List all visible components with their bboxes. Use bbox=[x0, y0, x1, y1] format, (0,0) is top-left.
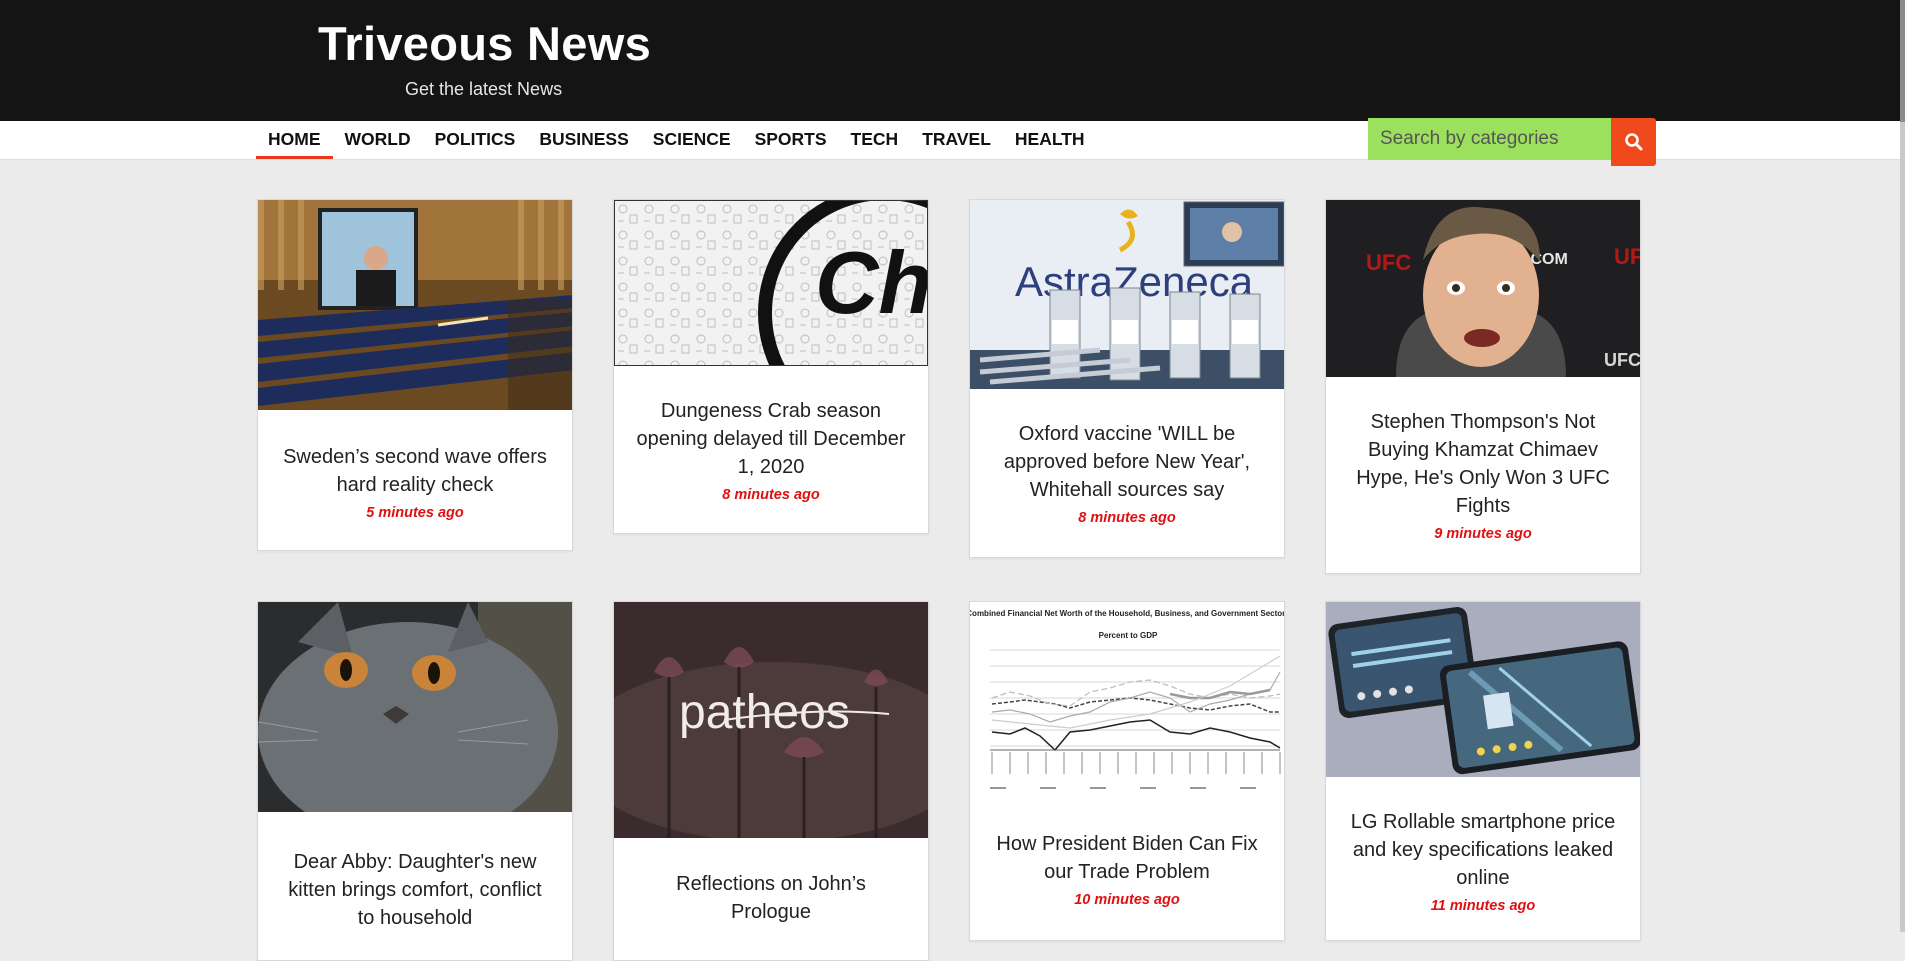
article-card[interactable]: Combined Financial Net Worth of the Hous… bbox=[969, 601, 1285, 941]
article-time: 8 minutes ago bbox=[1078, 510, 1176, 526]
article-title[interactable]: Dungeness Crab season opening delayed ti… bbox=[634, 397, 908, 481]
article-title[interactable]: Reflections on John’s Prologue bbox=[634, 870, 908, 926]
scrollbar[interactable] bbox=[1900, 0, 1905, 932]
site-header: Triveous News Get the latest News bbox=[0, 0, 1905, 121]
article-title[interactable]: Dear Abby: Daughter's new kitten brings … bbox=[278, 848, 552, 932]
nav-item-home[interactable]: HOME bbox=[256, 121, 333, 159]
search-button[interactable] bbox=[1611, 118, 1656, 166]
article-title[interactable]: Oxford vaccine 'WILL be approved before … bbox=[990, 420, 1264, 504]
nav-item-travel[interactable]: TRAVEL bbox=[910, 121, 1003, 159]
nav-item-politics[interactable]: POLITICS bbox=[423, 121, 528, 159]
chart-subtitle-text: Percent to GDP bbox=[1099, 631, 1158, 640]
nav-item-health[interactable]: HEALTH bbox=[1003, 121, 1097, 159]
nav-items: HOME WORLD POLITICS BUSINESS SCIENCE SPO… bbox=[256, 121, 1097, 159]
article-image[interactable] bbox=[1326, 602, 1640, 777]
nav-item-world[interactable]: WORLD bbox=[333, 121, 423, 159]
nav-item-business[interactable]: BUSINESS bbox=[527, 121, 640, 159]
article-card[interactable]: Sweden’s second wave offers hard reality… bbox=[257, 199, 573, 551]
article-image[interactable]: Ch bbox=[614, 200, 928, 366]
article-title[interactable]: LG Rollable smartphone price and key spe… bbox=[1346, 808, 1620, 892]
article-card[interactable]: patheos Reflections on John’s Prologue bbox=[613, 601, 929, 961]
ufc-logo-text: UFC bbox=[1604, 350, 1640, 370]
article-image[interactable]: patheos bbox=[614, 602, 928, 838]
search-input[interactable] bbox=[1368, 118, 1611, 160]
article-image[interactable]: AstraZeneca bbox=[970, 200, 1284, 389]
article-title[interactable]: How President Biden Can Fix our Trade Pr… bbox=[990, 830, 1264, 886]
article-time: 11 minutes ago bbox=[1430, 898, 1536, 914]
scrollbar-thumb[interactable] bbox=[1900, 0, 1905, 122]
card-logo-text: Ch bbox=[815, 233, 928, 332]
site-title[interactable]: Triveous News bbox=[318, 16, 651, 71]
article-time: 8 minutes ago bbox=[722, 487, 820, 503]
article-card[interactable]: LG Rollable smartphone price and key spe… bbox=[1325, 601, 1641, 941]
article-card[interactable]: AstraZeneca Oxford vaccine 'WILL be appr… bbox=[969, 199, 1285, 558]
article-image[interactable]: UFC UFC .COM UFC bbox=[1326, 200, 1640, 377]
article-card[interactable]: Dear Abby: Daughter's new kitten brings … bbox=[257, 601, 573, 961]
article-card[interactable]: UFC UFC .COM UFC Stephen Thompson's Not … bbox=[1325, 199, 1641, 574]
article-title[interactable]: Stephen Thompson's Not Buying Khamzat Ch… bbox=[1346, 408, 1620, 520]
site-tagline: Get the latest News bbox=[405, 79, 563, 99]
article-card[interactable]: Ch Dungeness Crab season opening delayed… bbox=[613, 199, 929, 534]
nav-item-science[interactable]: SCIENCE bbox=[641, 121, 743, 159]
article-time: 5 minutes ago bbox=[366, 505, 464, 521]
article-title[interactable]: Sweden’s second wave offers hard reality… bbox=[278, 443, 552, 499]
article-image[interactable]: Combined Financial Net Worth of the Hous… bbox=[970, 602, 1284, 802]
nav-item-sports[interactable]: SPORTS bbox=[743, 121, 839, 159]
article-image[interactable] bbox=[258, 602, 572, 812]
article-image[interactable] bbox=[258, 200, 572, 410]
ufc-logo-text: UFC bbox=[1614, 244, 1640, 269]
article-time: 10 minutes ago bbox=[1074, 892, 1180, 908]
article-time: 9 minutes ago bbox=[1434, 526, 1532, 542]
search-icon bbox=[1624, 133, 1642, 151]
ufc-logo-text: UFC bbox=[1366, 250, 1411, 275]
chart-title-text: Combined Financial Net Worth of the Hous… bbox=[970, 609, 1284, 618]
nav-item-tech[interactable]: TECH bbox=[839, 121, 911, 159]
